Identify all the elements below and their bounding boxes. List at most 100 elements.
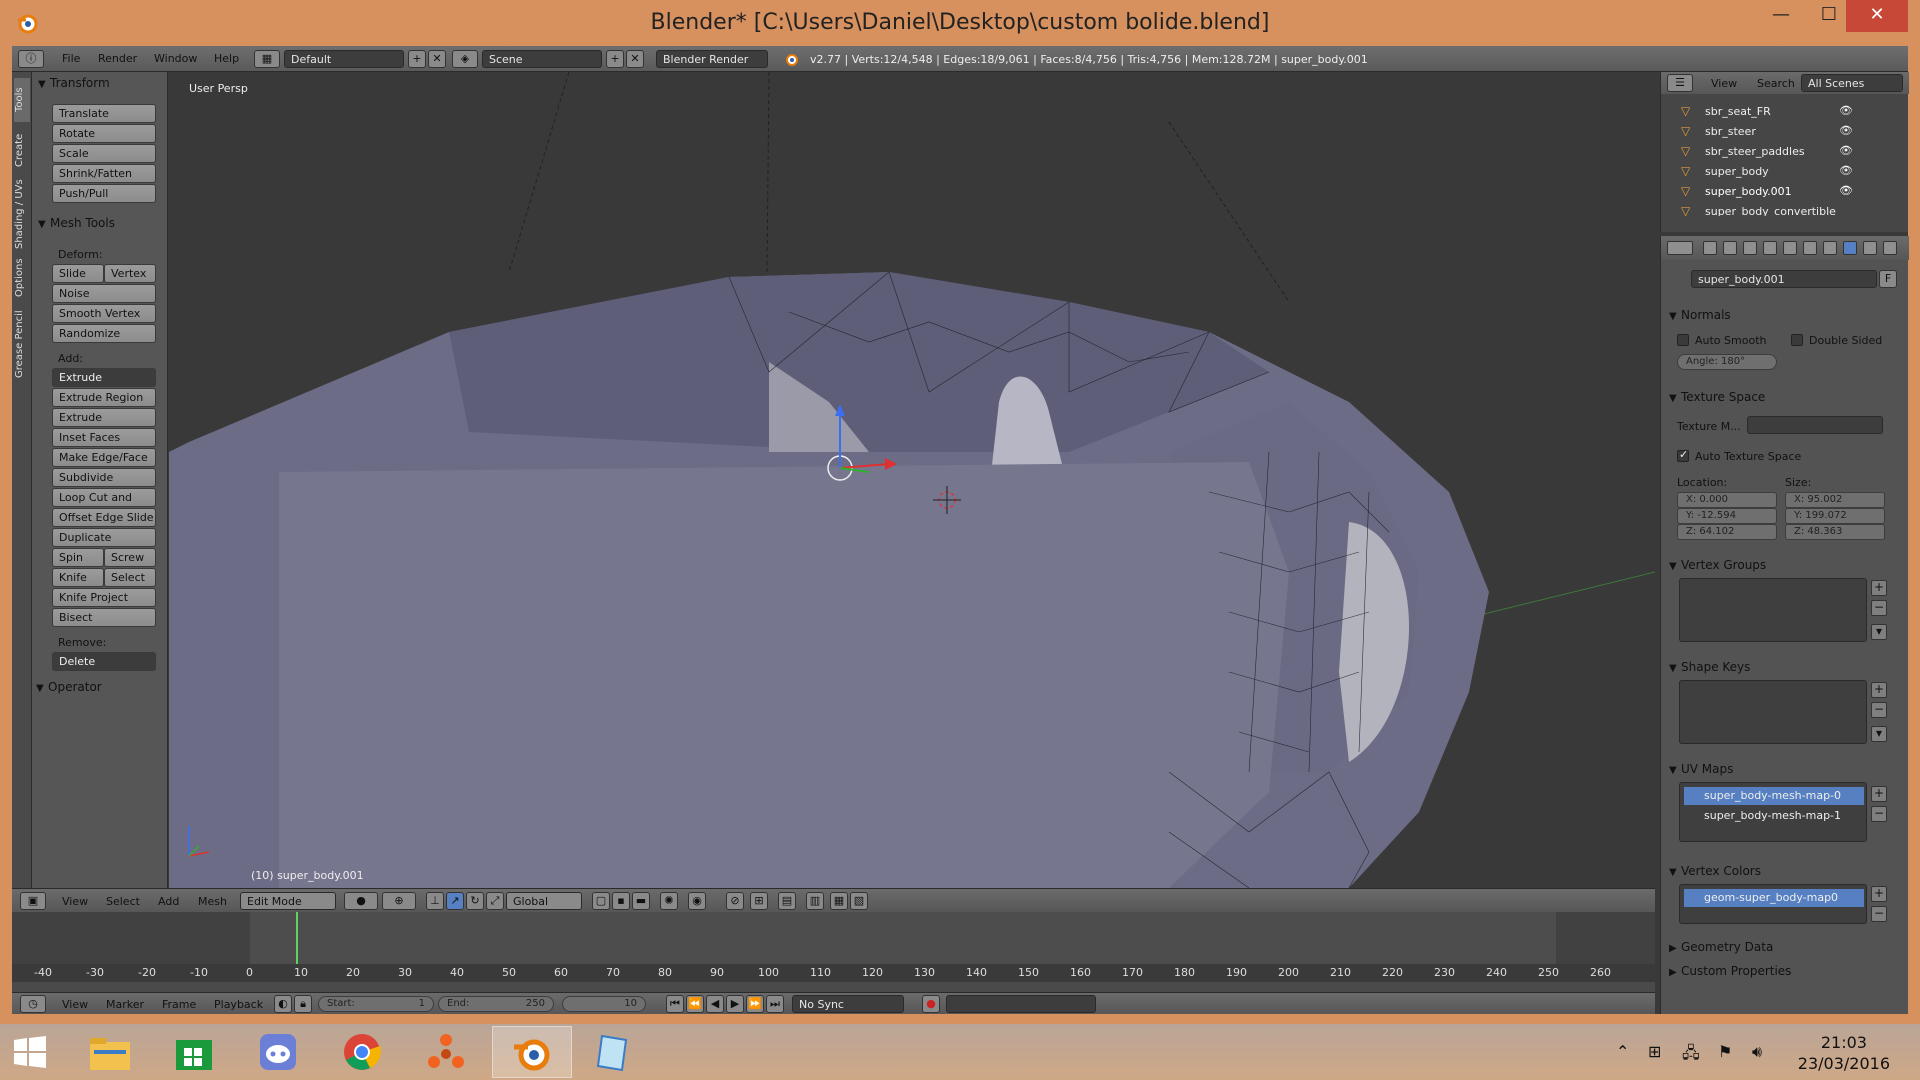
location-z-field[interactable]: Z: 64.102 bbox=[1677, 524, 1777, 540]
notepad-icon[interactable] bbox=[574, 1026, 654, 1078]
preview-range-icon[interactable]: ◐ bbox=[274, 995, 292, 1013]
snap-icon[interactable]: ◉ bbox=[688, 892, 706, 910]
screen-layout-icon[interactable]: ▦ bbox=[254, 50, 280, 68]
current-frame-marker[interactable] bbox=[296, 912, 298, 964]
rotate-button[interactable]: Rotate bbox=[52, 124, 156, 143]
action-center-flag-icon[interactable]: ⚑ bbox=[1718, 1042, 1732, 1061]
render-icon[interactable]: ▤ bbox=[778, 892, 796, 910]
editor-type-icon[interactable]: ▣ bbox=[20, 892, 46, 910]
clock[interactable]: 21:03 23/03/2016 bbox=[1798, 1032, 1890, 1074]
menu-window[interactable]: Window bbox=[154, 52, 197, 65]
play-icon[interactable]: ▶ bbox=[726, 995, 744, 1013]
add-vertex-color-button[interactable]: + bbox=[1871, 886, 1887, 902]
vertex-group-menu-button[interactable]: ▾ bbox=[1871, 624, 1887, 640]
sync-select[interactable]: No Sync bbox=[792, 995, 904, 1013]
operator-panel-header[interactable]: ▼ Operator bbox=[36, 680, 102, 694]
render-tab-icon[interactable] bbox=[1703, 241, 1717, 255]
vertex-groups-panel-header[interactable]: ▼ Vertex Groups bbox=[1669, 558, 1766, 572]
visibility-eye-icon[interactable]: 👁︎ bbox=[1839, 104, 1853, 117]
layout-field[interactable]: Default bbox=[284, 50, 404, 68]
outliner-row[interactable]: ▽ super_body_convertible bbox=[1661, 202, 1893, 216]
timeline-menu-frame[interactable]: Frame bbox=[162, 998, 196, 1011]
shrink-fatten-button[interactable]: Shrink/Fatten bbox=[52, 164, 156, 183]
translate-button[interactable]: Translate bbox=[52, 104, 156, 123]
remove-vertex-color-button[interactable]: − bbox=[1871, 906, 1887, 922]
layer-icon[interactable]: ▢ bbox=[592, 892, 610, 910]
uv-map-item[interactable]: super_body-mesh-map-0 bbox=[1684, 787, 1864, 805]
fake-user-button[interactable]: F bbox=[1879, 270, 1897, 288]
world-tab-icon[interactable] bbox=[1763, 241, 1777, 255]
noise-button[interactable]: Noise bbox=[52, 284, 156, 303]
knife-select-button[interactable]: Select bbox=[104, 568, 156, 587]
outliner-row[interactable]: ▽ sbr_steer 👁︎ bbox=[1661, 122, 1893, 142]
duplicate-button[interactable]: Duplicate bbox=[52, 528, 156, 547]
outliner-row[interactable]: ▽ super_body 👁︎ bbox=[1661, 162, 1893, 182]
add-shape-key-button[interactable]: + bbox=[1871, 682, 1887, 698]
extrude-region-button[interactable]: Extrude Region bbox=[52, 388, 156, 407]
tab-create[interactable]: Create bbox=[14, 128, 30, 172]
custom-properties-panel-header[interactable]: ▶ Custom Properties bbox=[1669, 964, 1791, 978]
prev-keyframe-icon[interactable]: ⏪ bbox=[686, 995, 704, 1013]
remove-vertex-group-button[interactable]: − bbox=[1871, 600, 1887, 616]
loop-cut-button[interactable]: Loop Cut and Slide bbox=[52, 488, 156, 521]
opengl-animation-icon[interactable]: ▦ bbox=[830, 892, 848, 910]
uv-map-item[interactable]: super_body-mesh-map-1 bbox=[1684, 807, 1864, 825]
screw-button[interactable]: Screw bbox=[104, 548, 156, 567]
timeline-menu-view[interactable]: View bbox=[62, 998, 88, 1011]
outliner-row[interactable]: ▽ sbr_seat_FR 👁︎ bbox=[1661, 102, 1893, 122]
vertex-color-item[interactable]: geom-super_body-map0 bbox=[1684, 889, 1864, 907]
location-x-field[interactable]: X: 0.000 bbox=[1677, 492, 1777, 508]
auto-smooth-checkbox[interactable] bbox=[1677, 334, 1689, 346]
snap-element-icon[interactable]: ⊞ bbox=[750, 892, 768, 910]
jump-end-icon[interactable]: ⏭ bbox=[766, 995, 784, 1013]
tab-shading-uvs[interactable]: Shading / UVs bbox=[14, 178, 30, 250]
spin-button[interactable]: Spin bbox=[52, 548, 104, 567]
subdivide-button[interactable]: Subdivide bbox=[52, 468, 156, 487]
visibility-eye-icon[interactable]: 👁︎ bbox=[1839, 124, 1853, 137]
translate-manipulator-icon[interactable]: ↗ bbox=[446, 892, 464, 910]
make-edge-face-button[interactable]: Make Edge/Face bbox=[52, 448, 156, 467]
remove-shape-key-button[interactable]: − bbox=[1871, 702, 1887, 718]
play-reverse-icon[interactable]: ◀ bbox=[706, 995, 724, 1013]
vertex-groups-list[interactable] bbox=[1679, 578, 1867, 642]
outliner-display-select[interactable]: All Scenes bbox=[1801, 74, 1903, 92]
randomize-button[interactable]: Randomize bbox=[52, 324, 156, 343]
blender-taskbar-icon[interactable] bbox=[492, 1026, 572, 1078]
timeline-editor[interactable]: -40 -30 -20 -10 0 10 20 30 40 50 60 70 8… bbox=[12, 912, 1655, 992]
add-scene-button[interactable]: + bbox=[606, 50, 624, 68]
scale-button[interactable]: Scale bbox=[52, 144, 156, 163]
tray-expand-icon[interactable]: ⌃ bbox=[1616, 1042, 1629, 1061]
next-keyframe-icon[interactable]: ⏩ bbox=[746, 995, 764, 1013]
geometry-data-panel-header[interactable]: ▶ Geometry Data bbox=[1669, 940, 1773, 954]
double-sided-checkbox[interactable] bbox=[1791, 334, 1803, 346]
size-x-field[interactable]: X: 95.002 bbox=[1785, 492, 1885, 508]
slide-edge-button[interactable]: Slide Ed bbox=[52, 264, 104, 297]
end-frame-field[interactable]: End: 250 bbox=[438, 996, 554, 1012]
close-button[interactable]: ✕ bbox=[1846, 0, 1908, 32]
chrome-icon[interactable] bbox=[322, 1026, 402, 1078]
pivot-point-icon[interactable]: ⊕ bbox=[382, 892, 416, 910]
angle-field[interactable]: Angle: 180° bbox=[1677, 354, 1777, 370]
info-editor-icon[interactable]: ⓘ bbox=[18, 50, 44, 68]
opengl-render-icon[interactable]: ▥ bbox=[806, 892, 824, 910]
transform-panel-header[interactable]: ▼ Transform bbox=[38, 76, 110, 90]
delete-select[interactable]: Delete bbox=[52, 652, 156, 671]
shape-keys-list[interactable] bbox=[1679, 680, 1867, 744]
inset-faces-button[interactable]: Inset Faces bbox=[52, 428, 156, 447]
timeline-menu-marker[interactable]: Marker bbox=[106, 998, 144, 1011]
smooth-vertex-button[interactable]: Smooth Vertex bbox=[52, 304, 156, 323]
remove-uv-map-button[interactable]: − bbox=[1871, 806, 1887, 822]
properties-editor[interactable]: super_body.001 F ▼ Normals Auto Smooth Do… bbox=[1660, 236, 1909, 1014]
keying-set-field[interactable] bbox=[946, 995, 1096, 1013]
auto-texture-space-checkbox[interactable] bbox=[1677, 448, 1689, 462]
mesh-tools-panel-header[interactable]: ▼ Mesh Tools bbox=[38, 216, 115, 230]
mode-select[interactable]: Edit Mode bbox=[240, 892, 336, 910]
volume-icon[interactable]: 🔊︎ bbox=[1752, 1042, 1762, 1062]
add-vertex-group-button[interactable]: + bbox=[1871, 580, 1887, 596]
xray-icon[interactable]: ⊘ bbox=[726, 892, 744, 910]
outliner-menu-view[interactable]: View bbox=[1711, 77, 1737, 90]
menu-help[interactable]: Help bbox=[214, 52, 239, 65]
rotate-manipulator-icon[interactable]: ↻ bbox=[466, 892, 484, 910]
viewport-menu-view[interactable]: View bbox=[62, 895, 88, 908]
add-layout-button[interactable]: + bbox=[408, 50, 426, 68]
